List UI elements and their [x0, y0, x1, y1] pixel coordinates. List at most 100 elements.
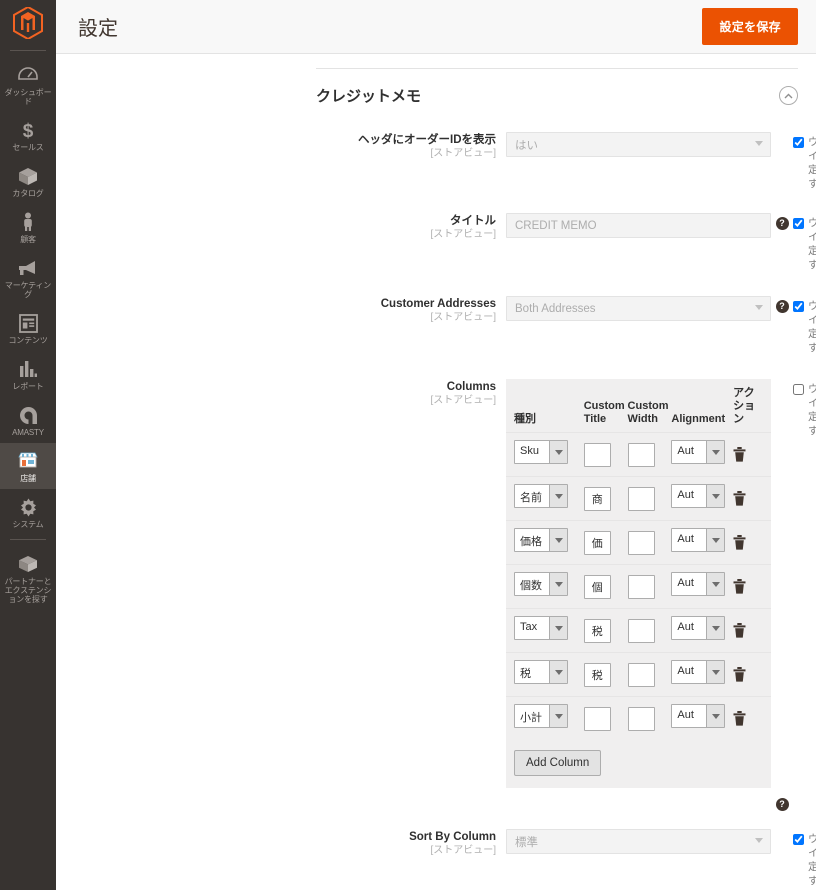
sidebar-item-stores[interactable]: 店舗 [0, 443, 56, 489]
custom-title-input[interactable] [583, 662, 611, 687]
cell-alignment: Aut [671, 616, 733, 645]
table-row: 小計 Aut [506, 696, 771, 740]
collapse-toggle[interactable] [779, 86, 798, 105]
help-icon[interactable]: ? [775, 300, 789, 313]
custom-title-input[interactable] [583, 706, 611, 731]
help-icon[interactable]: ? [775, 798, 789, 811]
chevron-down-icon [706, 617, 725, 639]
custom-width-input[interactable] [627, 530, 655, 555]
custom-width-input[interactable] [627, 706, 655, 731]
cell-action [733, 623, 763, 638]
cell-type: Sku [514, 440, 584, 469]
save-config-button[interactable]: 設定を保存 [702, 8, 798, 45]
cell-custom-title [583, 662, 628, 687]
type-select-value: 小計 [520, 712, 542, 724]
trash-icon[interactable] [733, 711, 746, 726]
type-select[interactable]: 名前 [514, 484, 568, 508]
customer-addresses-select[interactable] [506, 296, 771, 321]
custom-width-input[interactable] [627, 442, 655, 467]
sidebar-item-amasty[interactable]: AMASTY [0, 397, 56, 443]
custom-title-input[interactable] [583, 574, 611, 599]
trash-icon[interactable] [733, 667, 746, 682]
custom-title-input[interactable] [583, 530, 611, 555]
trash-icon[interactable] [733, 579, 746, 594]
admin-page: ダッシュボード $ セールス カタログ 顧客 マーケティング コンテンツ レポー… [0, 0, 816, 890]
chevron-down-icon [549, 485, 567, 507]
custom-title-input[interactable] [583, 442, 611, 467]
sidebar-item-label: コンテンツ [8, 336, 48, 345]
cell-type: 名前 [514, 484, 584, 513]
sidebar-item-partners[interactable]: パートナーとエクステンションを探す [0, 546, 56, 610]
type-select[interactable]: 価格 [514, 528, 568, 552]
custom-title-input[interactable] [583, 486, 611, 511]
custom-title-input[interactable] [583, 618, 611, 643]
type-select-value: Tax [520, 621, 538, 633]
system-gear-icon [19, 496, 38, 518]
col-header-custom-title: Custom Title [583, 400, 625, 425]
cell-custom-width [627, 706, 672, 731]
custom-width-input[interactable] [627, 618, 655, 643]
use-website-checkbox[interactable] [793, 834, 804, 845]
use-website-checkbox[interactable] [793, 301, 804, 312]
sidebar-item-customers[interactable]: 顧客 [0, 204, 56, 250]
trash-icon[interactable] [733, 447, 746, 462]
alignment-select[interactable]: Aut [671, 704, 726, 728]
cell-custom-width [627, 618, 672, 643]
title-input[interactable] [506, 213, 771, 238]
field-scope: [ストアビュー] [430, 312, 496, 323]
chevron-down-icon [706, 529, 725, 551]
field-label-wrap: ヘッダにオーダーIDを表示 [ストアビュー] [316, 132, 506, 191]
use-website-checkbox[interactable] [793, 218, 804, 229]
sidebar-item-content[interactable]: コンテンツ [0, 305, 56, 351]
amasty-icon [19, 404, 38, 426]
field-note: ? [771, 296, 793, 355]
sidebar-item-dashboard[interactable]: ダッシュボード [0, 57, 56, 112]
custom-width-input[interactable] [627, 574, 655, 599]
alignment-select[interactable]: Aut [671, 572, 726, 596]
show-order-id-select[interactable] [506, 132, 771, 157]
field-row-sort-by-column: Sort By Column [ストアビュー] ウェブサイトの設定を使用する [316, 829, 816, 888]
stores-shop-icon [17, 450, 39, 472]
field-row-columns: Columns [ストアビュー] 種別 Custom Title Custom … [316, 379, 816, 788]
alignment-select[interactable]: Aut [671, 528, 726, 552]
sidebar-item-marketing[interactable]: マーケティング [0, 250, 56, 305]
magento-logo[interactable] [0, 0, 56, 46]
cell-type: 価格 [514, 528, 584, 557]
type-select[interactable]: 個数 [514, 572, 568, 596]
sidebar-item-sales[interactable]: $ セールス [0, 112, 56, 158]
use-website-label: ウェブサイトの設定を使用する [808, 833, 816, 887]
type-select[interactable]: 税 [514, 660, 568, 684]
trash-icon[interactable] [733, 535, 746, 550]
trash-icon[interactable] [733, 491, 746, 506]
col-header-action: アクション [733, 387, 756, 425]
table-row: 税 税 Aut [506, 652, 771, 696]
help-icon[interactable]: ? [775, 217, 789, 230]
custom-width-input[interactable] [627, 486, 655, 511]
sidebar-item-system[interactable]: システム [0, 489, 56, 535]
type-select[interactable]: Sku [514, 440, 568, 464]
alignment-select[interactable]: Aut [671, 484, 726, 508]
type-select[interactable]: 小計 [514, 704, 568, 728]
alignment-select-value: Aut [677, 577, 694, 589]
field-row-title: タイトル [ストアビュー] ? ウェブサイトの設定を使用する [316, 213, 816, 272]
custom-width-input[interactable] [627, 662, 655, 687]
add-column-button[interactable]: Add Column [514, 750, 602, 776]
field-control: 種別 Custom Title Custom Width Alignment ア… [506, 379, 771, 788]
alignment-select[interactable]: Aut [671, 616, 726, 640]
marketing-megaphone-icon [17, 257, 39, 279]
sidebar-item-reports[interactable]: レポート [0, 351, 56, 397]
use-website-label: ウェブサイトの設定を使用する [808, 136, 816, 190]
select-wrap [506, 132, 771, 157]
sort-by-column-select[interactable] [506, 829, 771, 854]
trash-icon[interactable] [733, 623, 746, 638]
table-row: Sku Aut [506, 432, 771, 476]
sidebar-item-catalog[interactable]: カタログ [0, 158, 56, 204]
type-select[interactable]: Tax [514, 616, 568, 640]
alignment-select[interactable]: Aut [671, 660, 726, 684]
use-website-checkbox[interactable] [793, 384, 804, 395]
field-scope: [ストアビュー] [430, 845, 496, 856]
select-wrap [506, 829, 771, 854]
cell-alignment: Aut [671, 572, 733, 601]
alignment-select[interactable]: Aut [671, 440, 726, 464]
use-website-checkbox[interactable] [793, 137, 804, 148]
